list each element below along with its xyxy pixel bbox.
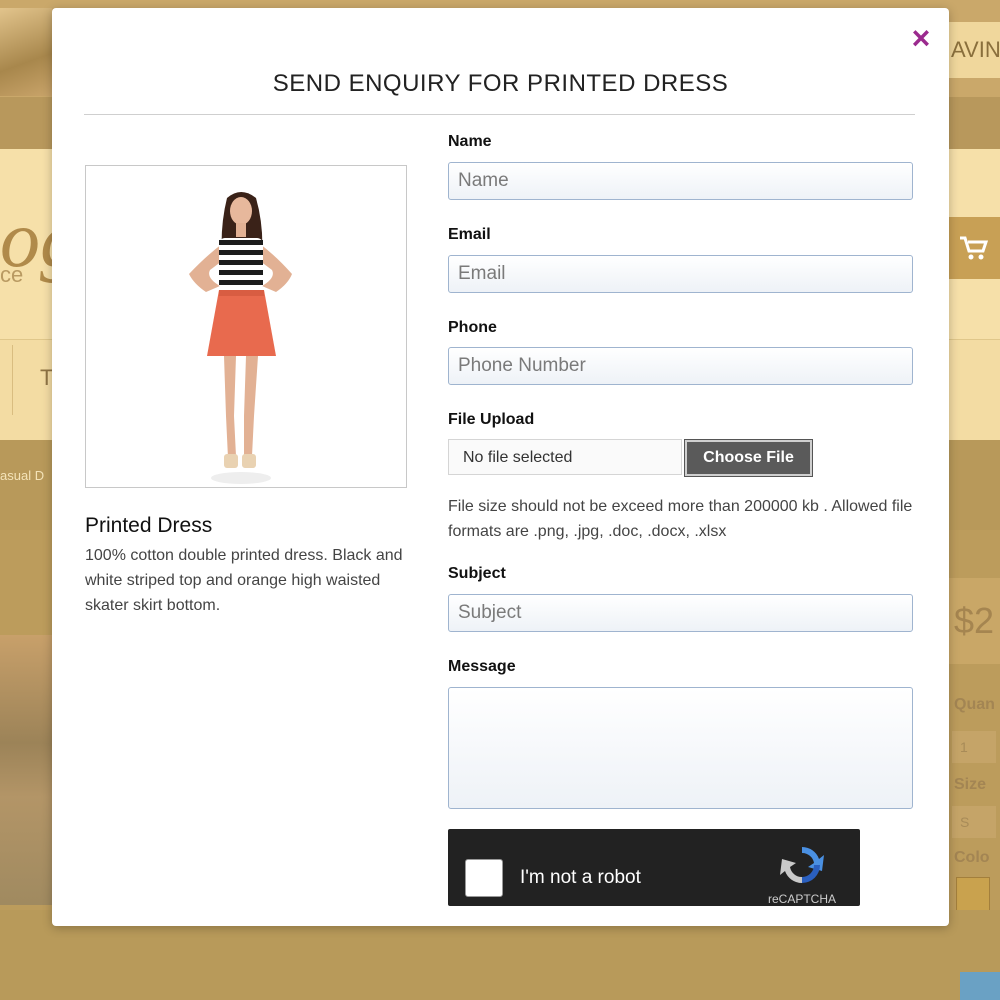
phone-input[interactable] (448, 347, 913, 385)
file-status: No file selected (448, 439, 682, 475)
bg-logo-subtitle: ce (0, 262, 24, 287)
product-image (85, 165, 407, 488)
subject-input[interactable] (448, 594, 913, 632)
message-textarea[interactable] (448, 687, 913, 809)
phone-label: Phone (448, 319, 497, 336)
close-icon[interactable]: × (905, 22, 937, 54)
modal-title: SEND ENQUIRY FOR PRINTED DRESS (272, 70, 729, 97)
recaptcha-widget: I'm not a robot reCAPTCHA (448, 829, 860, 906)
bg-quantity-label: Quan (954, 696, 995, 713)
bg-saving-text: AVING (945, 22, 1000, 78)
bg-nav-divider (12, 345, 13, 415)
email-label: Email (448, 226, 491, 243)
bg-price: $2 (948, 578, 1000, 664)
product-name: Printed Dress (85, 514, 213, 537)
cart-icon (948, 217, 1000, 279)
recaptcha-brand: reCAPTCHA (768, 892, 837, 906)
file-upload-label: File Upload (448, 411, 535, 428)
subject-label: Subject (448, 565, 506, 582)
bg-blue-button (960, 972, 1000, 1000)
recaptcha-checkbox[interactable] (465, 859, 503, 897)
bg-breadcrumb: asual D (0, 468, 45, 483)
bg-quantity-field: 1 (952, 731, 996, 763)
title-divider (84, 114, 915, 115)
name-input[interactable] (448, 162, 913, 200)
email-input[interactable] (448, 255, 913, 293)
bg-model-image (0, 635, 52, 905)
choose-file-button[interactable]: Choose File (684, 439, 813, 477)
file-help-text: File size should not be exceed more than… (448, 498, 913, 540)
name-label: Name (448, 133, 492, 150)
recaptcha-icon (780, 847, 824, 883)
bg-color-label: Colo (954, 849, 990, 866)
bg-banner-image (0, 8, 52, 96)
bg-color-swatch (956, 877, 990, 911)
bg-size-label: Size (954, 776, 987, 793)
bg-size-field: S (952, 806, 996, 838)
product-description: 100% cotton double printed dress. Black … (85, 547, 403, 614)
message-label: Message (448, 658, 516, 675)
recaptcha-label: I'm not a robot (520, 867, 641, 888)
enquiry-modal: × SEND ENQUIRY FOR PRINTED DRESS Printed… (52, 8, 949, 926)
